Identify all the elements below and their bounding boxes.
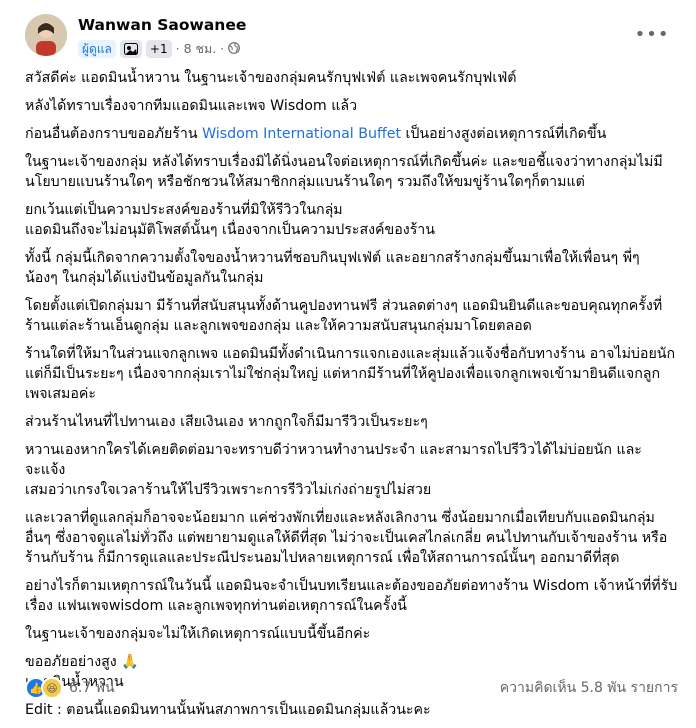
- post-paragraph: อย่างไรก็ตามเหตุการณ์ในวันนี้ แอดมินจะจำ…: [25, 576, 680, 616]
- post-header: Wanwan Saowanee ผู้ดูแล +1 · 8 ชม. · •••: [25, 14, 676, 64]
- contributor-badge-icon[interactable]: [119, 40, 142, 58]
- post-paragraph: ส่วนร้านไหนที่ไปทานเอง เสียเงินเอง หากถู…: [25, 412, 680, 432]
- paragraph-line: เสมอว่าเกรงใจเวลาร้านให้ไปรีวิวเพราะการร…: [25, 482, 432, 498]
- paragraph-line: และเวลาที่ดูแลกลุ่มก็อาจจะน้อยมาก แค่ช่ว…: [25, 510, 655, 526]
- post-paragraph: ร้านใดที่ให้มาในส่วนแจกลูกเพจ แอดมินมีทั…: [25, 344, 680, 404]
- paragraph-line: ร้านใดที่ให้มาในส่วนแจกลูกเพจ แอดมินมีทั…: [25, 346, 676, 362]
- post-footer: 👍 😆 6.7 พัน ความคิดเห็น 5.8 พัน รายการ: [25, 676, 678, 700]
- globe-icon: [228, 41, 241, 57]
- paragraph-line: เป็นอย่างสูงต่อเหตุการณ์ที่เกิดขึ้น: [405, 126, 607, 142]
- paragraph-line: เรื่อง แฟนเพจwisdom และลูกเพจทุกท่านต่อเ…: [25, 598, 407, 614]
- paragraph-line: ส่วนร้านไหนที่ไปทานเอง เสียเงินเอง หากถู…: [25, 414, 428, 430]
- paragraph-line: หวานเองหากใครได้เคยติดต่อมาจะทราบดีว่าหว…: [25, 442, 642, 478]
- paragraph-line: ในฐานะเจ้าของกลุ่ม หลังได้ทราบเรื่องมิได…: [25, 154, 663, 170]
- paragraph-line: ในฐานะเจ้าของกลุ่มจะไม่ให้เกิดเหตุการณ์แ…: [25, 626, 371, 642]
- reactions-count: 6.7 พัน: [69, 680, 115, 696]
- post-paragraph: หลังได้ทราบเรื่องจากทีมแอดมินและเพจ Wisd…: [25, 96, 680, 116]
- post-paragraph: ก่อนอื่นต้องกราบขออภัยร้าน Wisdom Intern…: [25, 124, 680, 144]
- more-options-icon[interactable]: •••: [635, 22, 669, 46]
- paragraph-line: อย่างไรก็ตามเหตุการณ์ในวันนี้ แอดมินจะจำ…: [25, 578, 678, 594]
- author-avatar[interactable]: [25, 14, 67, 56]
- paragraph-line: ทั้งนี้ กลุ่มนี้เกิดจากความตั้งใจของน้ำห…: [25, 250, 640, 266]
- haha-reaction-icon: 😆: [41, 677, 63, 699]
- reactions-summary[interactable]: 👍 😆 6.7 พัน: [25, 677, 115, 699]
- paragraph-line: หลังได้ทราบเรื่องจากทีมแอดมินและเพจ Wisd…: [25, 98, 358, 114]
- more-badges-count[interactable]: +1: [145, 40, 172, 58]
- paragraph-line: Edit : ตอนนี้แอดมินทานนั้นพ้นสภาพการเป็น…: [25, 702, 431, 718]
- paragraph-line: อื่นๆ ซึ่งอาจดูแลไม่ทั่วถึง แต่พยายามดูแ…: [25, 530, 668, 546]
- restaurant-link[interactable]: Wisdom International Buffet: [202, 126, 401, 142]
- post-paragraph: และเวลาที่ดูแลกลุ่มก็อาจจะน้อยมาก แค่ช่ว…: [25, 508, 680, 568]
- paragraph-line: เพจเสมอค่ะ: [25, 386, 97, 402]
- admin-badge[interactable]: ผู้ดูแล: [78, 40, 116, 58]
- post-meta: ผู้ดูแล +1 · 8 ชม. ·: [78, 39, 241, 59]
- paragraph-line: โดยตั้งแต่เปิดกลุ่มมา มีร้านที่สนับสนุนท…: [25, 298, 663, 314]
- paragraph-line: ร้านแต่ละร้านเอ็นดูกลุ่ม และลูกเพจของกลุ…: [25, 318, 532, 334]
- post-card: Wanwan Saowanee ผู้ดูแล +1 · 8 ชม. · •••…: [0, 0, 696, 718]
- post-paragraph: ในฐานะเจ้าของกลุ่ม หลังได้ทราบเรื่องมิได…: [25, 152, 680, 192]
- paragraph-line: ขออภัยอย่างสูง 🙏: [25, 654, 139, 670]
- comments-count[interactable]: ความคิดเห็น 5.8 พัน รายการ: [500, 677, 678, 699]
- paragraph-line: ร้านกับร้าน ก็มีการดูแลและประณีประนอมไปห…: [25, 550, 620, 566]
- paragraph-line: สวัสดีค่ะ แอดมินน้ำหวาน ในฐานะเจ้าของกลุ…: [25, 70, 517, 86]
- paragraph-line: ยกเว้นแต่เป็นความประสงค์ของร้านที่มิให้ร…: [25, 202, 343, 218]
- post-paragraph: ยกเว้นแต่เป็นความประสงค์ของร้านที่มิให้ร…: [25, 200, 680, 240]
- post-paragraph: ทั้งนี้ กลุ่มนี้เกิดจากความตั้งใจของน้ำห…: [25, 248, 680, 288]
- post-paragraph: โดยตั้งแต่เปิดกลุ่มมา มีร้านที่สนับสนุนท…: [25, 296, 680, 336]
- post-body: สวัสดีค่ะ แอดมินน้ำหวาน ในฐานะเจ้าของกลุ…: [25, 68, 680, 728]
- author-name[interactable]: Wanwan Saowanee: [78, 16, 246, 34]
- paragraph-line: น้องๆ ในกลุ่มได้แบ่งปันข้อมูลกันในกลุ่ม: [25, 270, 264, 286]
- post-time[interactable]: · 8 ชม. ·: [176, 39, 225, 59]
- paragraph-line: นโยบายแบนร้านใดๆ หรือชักชวนให้สมาชิกกลุ่…: [25, 174, 585, 190]
- paragraph-line: แอดมินถึงจะไม่อนุมัติโพสต์นั้นๆ เนื่องจา…: [25, 222, 435, 238]
- post-paragraph: หวานเองหากใครได้เคยติดต่อมาจะทราบดีว่าหว…: [25, 440, 680, 500]
- paragraph-line: แต่ก็มีเป็นระยะๆ เนื่องจากกลุ่มเราไม่ใช่…: [25, 366, 661, 382]
- post-paragraph: สวัสดีค่ะ แอดมินน้ำหวาน ในฐานะเจ้าของกลุ…: [25, 68, 680, 88]
- post-paragraph: Edit : ตอนนี้แอดมินทานนั้นพ้นสภาพการเป็น…: [25, 700, 680, 720]
- post-paragraph: ในฐานะเจ้าของกลุ่มจะไม่ให้เกิดเหตุการณ์แ…: [25, 624, 680, 644]
- paragraph-line: ก่อนอื่นต้องกราบขออภัยร้าน: [25, 126, 198, 142]
